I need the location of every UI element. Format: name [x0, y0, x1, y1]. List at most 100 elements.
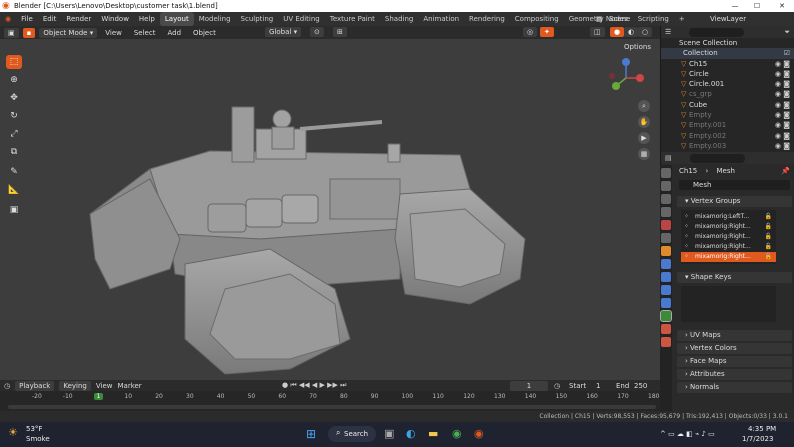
camera-icon[interactable]: ▶	[638, 132, 650, 144]
normals-panel-header[interactable]: › Normals	[677, 382, 792, 393]
eye-icon[interactable]: ◉ ◙	[775, 120, 790, 130]
pin-icon[interactable]: 📌	[781, 164, 790, 178]
lock-icon[interactable]: 🔓	[765, 252, 772, 262]
grid-perspective-icon[interactable]: ▦	[638, 148, 650, 160]
checkbox-icon[interactable]: ☑	[784, 48, 790, 58]
eye-icon[interactable]: ◉ ◙	[775, 110, 790, 120]
tab-texture-paint[interactable]: Texture Paint	[325, 12, 380, 26]
shading-material-icon[interactable]: ◐	[624, 27, 639, 37]
clock-icon[interactable]: ◷	[554, 382, 560, 390]
pivot-icon[interactable]: ⊙	[310, 27, 324, 37]
tab-uv-editing[interactable]: UV Editing	[278, 12, 325, 26]
vertex-groups-panel-header[interactable]: ▾ Vertex Groups	[677, 196, 792, 207]
annotate-tool-icon[interactable]: ✎	[6, 165, 22, 179]
outliner-item[interactable]: ▽ Ch15 ◉ ◙	[661, 59, 794, 69]
vertex-group-item[interactable]: ⁘ mixamorig:LeftT... 🔓	[681, 212, 776, 222]
tab-modeling[interactable]: Modeling	[194, 12, 236, 26]
viewlayer-name[interactable]: ViewLayer	[710, 15, 746, 23]
eye-icon[interactable]: ◉ ◙	[775, 79, 790, 89]
outliner-search-input[interactable]	[689, 27, 745, 37]
windows-start-icon[interactable]: ⊞	[306, 427, 316, 441]
lock-icon[interactable]: 🔓	[765, 242, 772, 252]
outliner-item[interactable]: ▽ Circle ◉ ◙	[661, 69, 794, 79]
snap-icon[interactable]: ⊞	[333, 27, 347, 37]
menu-object[interactable]: Object	[189, 29, 220, 37]
3d-viewport[interactable]	[0, 39, 660, 380]
vertex-group-item[interactable]: ⁘ mixamorig:Right... 🔓	[681, 242, 776, 252]
tab-sculpting[interactable]: Sculpting	[236, 12, 279, 26]
menu-select[interactable]: Select	[130, 29, 160, 37]
jump-start-icon[interactable]: ⏮	[290, 381, 296, 389]
object-tab-icon[interactable]	[661, 246, 671, 256]
keying-menu[interactable]: Keying	[59, 380, 91, 391]
pan-hand-icon[interactable]: ✋	[638, 116, 650, 128]
tab-animation[interactable]: Animation	[418, 12, 464, 26]
transform-orientation-dropdown[interactable]: Global ▾	[265, 27, 302, 37]
blender-taskbar-icon[interactable]: ◉	[474, 427, 484, 440]
vertex-group-item[interactable]: ⁘ mixamorig:Right... 🔓	[681, 232, 776, 242]
xray-icon[interactable]: ◫	[590, 27, 605, 37]
add-cube-tool-icon[interactable]: ▣	[6, 203, 22, 217]
menu-add[interactable]: Add	[163, 29, 185, 37]
minimize-button[interactable]: —	[723, 0, 747, 12]
constraints-tab-icon[interactable]	[661, 298, 671, 308]
timeline-editor-icon[interactable]: ◷	[4, 382, 10, 390]
menu-window[interactable]: Window	[96, 12, 134, 26]
outliner-item[interactable]: ▽ Empty ◉ ◙	[661, 110, 794, 120]
start-frame-field[interactable]: 1	[596, 382, 600, 390]
outliner-item[interactable]: ▽ Empty.003 ◉ ◙	[661, 141, 794, 151]
tab-scripting[interactable]: Scripting	[633, 12, 674, 26]
output-tab-icon[interactable]	[661, 194, 671, 204]
zoom-icon[interactable]: ⌕	[638, 100, 650, 112]
outliner-display-icon[interactable]: ☰	[665, 28, 671, 36]
prev-key-icon[interactable]: ◀◀	[299, 381, 310, 389]
tab-compositing[interactable]: Compositing	[510, 12, 564, 26]
end-frame-field[interactable]: 250	[634, 382, 647, 390]
tool-tab-icon[interactable]	[661, 168, 671, 178]
transform-tool-icon[interactable]: ⧉	[6, 145, 22, 159]
marker-menu[interactable]: Marker	[117, 382, 141, 390]
view-layer-tab-icon[interactable]	[661, 207, 671, 217]
menu-view[interactable]: View	[101, 29, 126, 37]
cursor-tool-icon[interactable]: ⊕	[6, 73, 22, 87]
record-icon[interactable]: ●	[282, 381, 288, 389]
menu-file[interactable]: File	[16, 12, 38, 26]
shading-rendered-icon[interactable]: ○	[638, 27, 653, 37]
tab-layout[interactable]: Layout	[159, 12, 194, 26]
scene-selector-icon[interactable]: ▦	[596, 15, 603, 23]
select-tool-icon[interactable]: ⬚	[6, 55, 22, 69]
current-frame-field[interactable]: 1	[510, 381, 548, 391]
outliner-item[interactable]: ▽ Empty.002 ◉ ◙	[661, 131, 794, 141]
timeline-view-menu[interactable]: View	[96, 382, 113, 390]
scene-name[interactable]: Scene	[609, 15, 630, 23]
play-reverse-icon[interactable]: ◀	[312, 381, 317, 389]
outliner-item[interactable]: ▽ Cube ◉ ◙	[661, 100, 794, 110]
menu-edit[interactable]: Edit	[38, 12, 62, 26]
eye-icon[interactable]: ◉ ◙	[775, 89, 790, 99]
lock-icon[interactable]: 🔓	[765, 232, 772, 242]
editor-type-icon[interactable]: ▣	[4, 27, 19, 38]
select-box-mode-icon[interactable]: ▪	[22, 27, 36, 38]
maximize-button[interactable]: ☐	[745, 0, 769, 12]
world-tab-icon[interactable]	[661, 233, 671, 243]
filter-icon[interactable]: ⏷	[784, 28, 790, 37]
outliner-item[interactable]: ▽ Empty.001 ◉ ◙	[661, 120, 794, 130]
chrome-icon[interactable]: ◉	[452, 427, 462, 440]
eye-icon[interactable]: ◉ ◙	[775, 69, 790, 79]
navigation-gizmo[interactable]	[606, 58, 646, 98]
add-workspace-button[interactable]: +	[674, 12, 690, 26]
shape-keys-panel-header[interactable]: ▾ Shape Keys	[677, 272, 792, 283]
gizmo-icon[interactable]: ✦	[540, 27, 554, 37]
outliner-item[interactable]: ▽ Circle.001 ◉ ◙	[661, 79, 794, 89]
attributes-panel-header[interactable]: › Attributes	[677, 369, 792, 380]
weather-icon[interactable]: ☀	[8, 426, 18, 439]
eye-icon[interactable]: ◉ ◙	[775, 141, 790, 151]
vertex-group-item[interactable]: ⁘ mixamorig:Right... 🔓	[681, 252, 776, 262]
blender-menu-icon[interactable]: ◉	[0, 12, 16, 26]
render-tab-icon[interactable]	[661, 181, 671, 191]
texture-tab-icon[interactable]	[661, 337, 671, 347]
system-tray-icons[interactable]: ^ ▭ ☁ ◧ ⌁ ♪ ▭	[660, 430, 715, 438]
file-explorer-icon[interactable]: ▬	[428, 427, 438, 440]
tab-rendering[interactable]: Rendering	[464, 12, 510, 26]
face-maps-panel-header[interactable]: › Face Maps	[677, 356, 792, 367]
